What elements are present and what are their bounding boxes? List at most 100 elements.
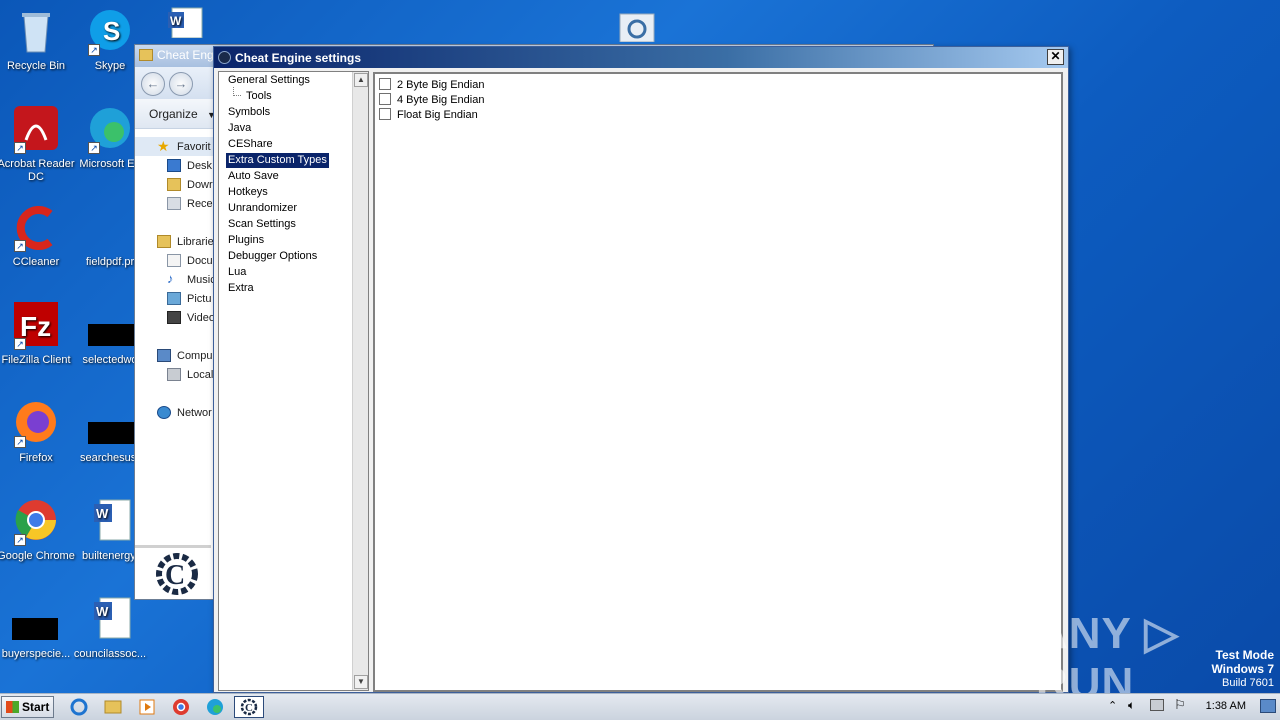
- action-center-flag-icon[interactable]: ⚐: [1174, 697, 1186, 713]
- tree-item-extra[interactable]: Extra: [226, 281, 256, 296]
- build-label: Build 7601: [1222, 677, 1274, 689]
- desktop-icon-recycle-bin[interactable]: Recycle Bin: [0, 8, 76, 73]
- cheat-engine-settings-dialog[interactable]: Cheat Engine settings ✕ General Settings…: [213, 46, 1069, 693]
- sidebar-item-videos[interactable]: Video: [135, 308, 215, 327]
- organize-button[interactable]: Organize ▼: [149, 107, 216, 121]
- sidebar-item-music[interactable]: ♪ Music: [135, 270, 215, 289]
- desktop-icon-filezilla[interactable]: Fz ↗ FileZilla Client: [0, 302, 76, 367]
- option-float-big-endian[interactable]: Float Big Endian: [379, 108, 478, 123]
- tree-item-extra-custom-types[interactable]: Extra Custom Types: [226, 153, 329, 168]
- tree-item-hotkeys[interactable]: Hotkeys: [226, 185, 270, 200]
- skype-icon: S ↗: [86, 8, 134, 56]
- tree-item-tools[interactable]: Tools: [244, 89, 274, 104]
- taskbar-media-player-button[interactable]: [132, 696, 162, 718]
- gear-icon: [612, 12, 660, 43]
- desktop-icon-buyerspecie[interactable]: buyerspecie...: [0, 596, 76, 661]
- settings-tree: General Settings Tools Symbols Java CESh…: [218, 71, 369, 691]
- tree-item-general-settings[interactable]: General Settings: [226, 73, 312, 88]
- media-player-icon: [139, 699, 155, 715]
- chrome-icon: [173, 699, 189, 715]
- network-icon: [157, 406, 171, 419]
- documents-icon: [167, 254, 181, 267]
- taskbar-chrome-button[interactable]: [166, 696, 196, 718]
- chevron-up-icon: ▲: [357, 75, 365, 84]
- show-hidden-icons-icon[interactable]: ⌃: [1108, 699, 1117, 712]
- shortcut-arrow-icon: ↗: [88, 44, 100, 56]
- taskbar-clock[interactable]: 1:38 AM: [1206, 700, 1246, 712]
- redacted-file-icon: [86, 302, 134, 350]
- shortcut-arrow-icon: ↗: [14, 338, 26, 350]
- taskbar-cheat-engine-button[interactable]: C: [234, 696, 264, 718]
- cheat-engine-icon: C: [240, 698, 258, 716]
- option-4-byte-big-endian[interactable]: 4 Byte Big Endian: [379, 93, 484, 108]
- taskbar-explorer-button[interactable]: [98, 696, 128, 718]
- forward-button[interactable]: →: [169, 72, 193, 96]
- desktop-icon-councilassoc[interactable]: W councilassoc...: [70, 596, 150, 661]
- sidebar-item-documents[interactable]: Docu: [135, 251, 215, 270]
- desktop-icon-label: Google Chrome: [0, 550, 75, 562]
- scroll-up-button[interactable]: ▲: [354, 73, 368, 87]
- option-2-byte-big-endian[interactable]: 2 Byte Big Endian: [379, 78, 484, 93]
- local-disk-icon: [167, 368, 181, 381]
- tree-item-lua[interactable]: Lua: [226, 265, 248, 280]
- desktop-icon-label: CCleaner: [12, 256, 60, 268]
- sidebar-item-recent[interactable]: Rece: [135, 194, 215, 213]
- explorer-title: Cheat Eng: [157, 48, 214, 62]
- tree-item-java[interactable]: Java: [226, 121, 253, 136]
- desktop-icon-chrome[interactable]: ↗ Google Chrome: [0, 498, 76, 563]
- sidebar-item-computer[interactable]: Compu: [135, 346, 215, 365]
- desktop-icon-ccleaner[interactable]: ↗ CCleaner: [0, 204, 76, 269]
- music-icon: ♪: [167, 271, 174, 286]
- star-icon: ★: [157, 138, 170, 154]
- filezilla-icon: Fz ↗: [12, 302, 60, 350]
- downloads-icon: [167, 178, 181, 191]
- edge-icon: ↗: [86, 106, 134, 154]
- tree-item-plugins[interactable]: Plugins: [226, 233, 266, 248]
- word-document-icon: W: [162, 6, 210, 39]
- tree-scrollbar[interactable]: ▲ ▼: [352, 72, 368, 690]
- back-button[interactable]: ←: [141, 72, 165, 96]
- taskbar-ie-button[interactable]: [64, 696, 94, 718]
- volume-icon[interactable]: 🔈︎: [1128, 698, 1135, 713]
- sidebar-item-favorites[interactable]: ★ Favorit: [135, 137, 215, 156]
- sidebar-item-downloads[interactable]: Dowr: [135, 175, 215, 194]
- tree-item-debugger-options[interactable]: Debugger Options: [226, 249, 319, 264]
- settings-content-panel: 2 Byte Big Endian 4 Byte Big Endian Floa…: [373, 72, 1063, 692]
- videos-icon: [167, 311, 181, 324]
- desktop-icon-label: Skype: [94, 60, 126, 72]
- dialog-title: Cheat Engine settings: [235, 51, 362, 65]
- close-button[interactable]: ✕: [1047, 49, 1064, 65]
- os-name-label: Windows 7: [1211, 662, 1274, 676]
- sidebar-item-network[interactable]: Networ: [135, 403, 215, 422]
- cheat-engine-logo: C: [135, 545, 211, 599]
- firefox-icon: ↗: [12, 400, 60, 448]
- desktop-icon-gear-top[interactable]: [596, 12, 676, 46]
- taskbar-edge-button[interactable]: [200, 696, 230, 718]
- scroll-down-button[interactable]: ▼: [354, 675, 368, 689]
- sidebar-item-local-disk[interactable]: Local: [135, 365, 215, 384]
- show-desktop-button[interactable]: [1260, 699, 1276, 713]
- sidebar-item-pictures[interactable]: Pictu: [135, 289, 215, 308]
- start-button[interactable]: Start: [1, 696, 54, 718]
- checkbox[interactable]: [379, 78, 391, 90]
- start-label: Start: [22, 700, 50, 714]
- desktop-icon-firefox[interactable]: ↗ Firefox: [0, 400, 76, 465]
- desktop-icon: [167, 159, 181, 172]
- cheat-engine-icon: [218, 51, 231, 64]
- network-tray-icon[interactable]: [1150, 699, 1164, 711]
- desktop-icon-label: builtenergy.: [81, 550, 139, 562]
- tree-item-ceshare[interactable]: CEShare: [226, 137, 275, 152]
- desktop-icon-word-doc-top[interactable]: W: [146, 6, 226, 42]
- dialog-titlebar[interactable]: Cheat Engine settings ✕: [214, 47, 1068, 68]
- sidebar-item-desktop[interactable]: Desk: [135, 156, 215, 175]
- checkbox[interactable]: [379, 108, 391, 120]
- blank-file-icon: [86, 204, 134, 252]
- tree-item-symbols[interactable]: Symbols: [226, 105, 272, 120]
- checkbox[interactable]: [379, 93, 391, 105]
- sidebar-item-libraries[interactable]: Librarie: [135, 232, 215, 251]
- tree-item-scan-settings[interactable]: Scan Settings: [226, 217, 298, 232]
- tree-item-unrandomizer[interactable]: Unrandomizer: [226, 201, 299, 216]
- tree-item-auto-save[interactable]: Auto Save: [226, 169, 281, 184]
- desktop-icon-acrobat[interactable]: ↗ Acrobat Reader DC: [0, 106, 76, 184]
